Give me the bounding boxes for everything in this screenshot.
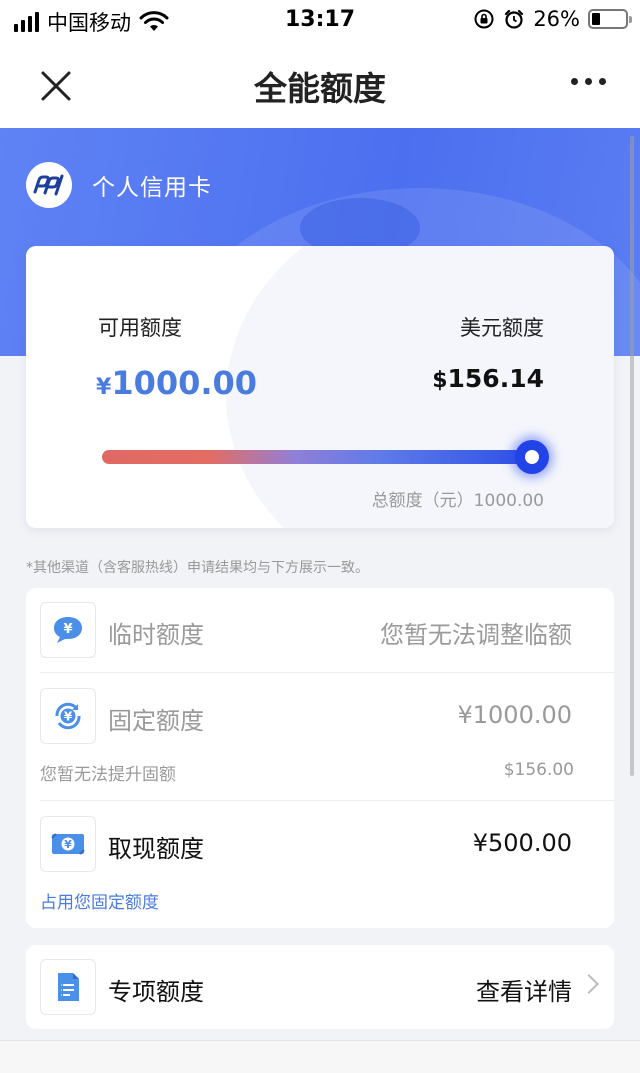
cash-limit-note[interactable]: 占用您固定额度 [40,888,159,913]
divider [40,800,614,801]
usd-limit-value: $156.14 [432,364,544,393]
bottom-bar [0,1040,640,1073]
rotation-lock-icon [474,9,494,29]
limit-usage-bar [102,450,532,464]
fixed-limit-icon: ¥ [40,688,96,744]
svg-text:¥: ¥ [64,838,72,851]
svg-text:¥: ¥ [63,622,72,637]
limits-panel: ¥ 临时额度 您暂无法调整临额 ¥ 固定额度 ¥1000.00 您暂无法提升固额… [26,588,614,928]
channel-note: *其他渠道（含客服热线）申请结果均与下方展示一致。 [26,560,369,576]
chevron-right-icon [579,974,599,994]
total-limit-text: 总额度（元）1000.00 [371,491,544,511]
available-amount: 1000.00 [111,364,258,402]
available-currency: ¥ [96,375,112,400]
battery-level [592,13,600,25]
cash-limit-title: 取现额度 [108,835,204,863]
special-limit-title: 专项额度 [108,978,204,1006]
more-icon[interactable] [571,78,606,85]
available-limit-value: ¥1000.00 [96,364,257,402]
temporary-limit-value: 您暂无法调整临额 [380,621,572,649]
fixed-limit-usd: $156.00 [503,760,574,780]
status-right: 26% [473,7,632,31]
usd-amount: 156.14 [447,364,544,393]
alarm-icon [505,9,524,29]
credit-limit-card: 可用额度 ¥1000.00 美元额度 $156.14 总额度（元）1000.00 [26,246,614,528]
scrollbar[interactable] [630,136,634,776]
special-limit-details[interactable]: 查看详情 [476,972,572,1007]
usd-currency: $ [432,368,448,393]
temporary-limit-title: 临时额度 [108,621,204,649]
battery-percent: 26% [533,7,580,31]
card-type-label: 个人信用卡 [92,175,212,201]
special-limit-row[interactable]: 专项额度 查看详情 [26,945,614,1029]
page-title: 全能额度 [254,69,386,108]
battery-icon [588,9,632,29]
svg-text:¥: ¥ [64,710,73,724]
fixed-limit-value: ¥1000.00 [457,701,572,729]
divider [40,672,614,673]
nav-bar: 全能额度 [0,44,640,128]
temporary-limit-icon: ¥ [40,602,96,658]
fixed-limit-note: 您暂无法提升固额 [40,765,176,785]
available-limit-label: 可用额度 [98,316,182,340]
status-bar: 中国移动 13:17 26% [0,0,640,44]
bank-logo-icon [26,162,72,208]
usd-limit-label: 美元额度 [460,316,544,340]
limit-usage-knob [515,440,549,474]
cash-limit-value: ¥500.00 [472,829,572,857]
fixed-limit-title: 固定额度 [108,707,204,735]
special-limit-icon [40,959,96,1015]
cash-limit-icon: ¥ [40,816,96,872]
